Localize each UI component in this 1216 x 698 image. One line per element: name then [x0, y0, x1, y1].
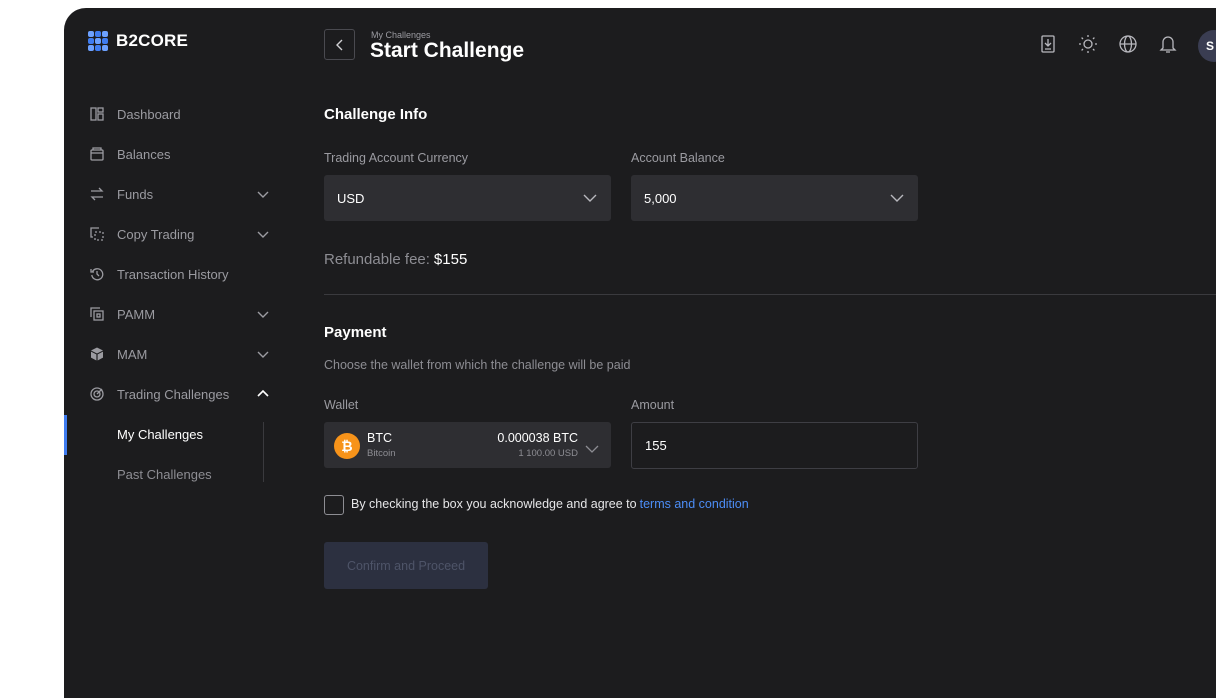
pamm-icon: [90, 307, 104, 321]
sidebar-item-pamm[interactable]: PAMM: [64, 294, 294, 334]
active-indicator: [64, 415, 67, 455]
history-icon: [90, 267, 104, 281]
terms-link[interactable]: terms and condition: [640, 497, 749, 511]
amount-label: Amount: [631, 398, 675, 412]
agree-checkbox[interactable]: [324, 495, 344, 515]
sidebar-item-funds[interactable]: Funds: [64, 174, 294, 214]
chevron-down-icon: [585, 441, 599, 459]
copy-trading-icon: [90, 227, 104, 241]
sidebar-item-label: Dashboard: [117, 106, 181, 122]
back-button[interactable]: [324, 29, 355, 60]
sidebar-item-transaction-history[interactable]: Transaction History: [64, 254, 294, 294]
sidebar-item-label: PAMM: [117, 306, 156, 322]
fee-label: Refundable fee:: [324, 251, 430, 268]
sidebar-item-label: Trading Challenges: [117, 386, 230, 402]
chevron-down-icon[interactable]: [256, 227, 270, 244]
globe-icon[interactable]: [1118, 34, 1138, 54]
sidebar-subitem-past-challenges[interactable]: Past Challenges: [64, 454, 294, 494]
app-window: B2CORE Dashboard Balances Funds Copy Tra…: [64, 8, 1216, 698]
wallet-icon: [90, 147, 104, 161]
chevron-down-icon: [890, 192, 904, 207]
avatar[interactable]: S: [1198, 30, 1216, 62]
wallet-label: Wallet: [324, 398, 359, 412]
sidebar-subitem-my-challenges[interactable]: My Challenges: [64, 414, 294, 454]
header-toolbar: [1038, 34, 1198, 54]
challenge-info-title: Challenge Info: [324, 106, 428, 123]
sidebar-item-copy-trading[interactable]: Copy Trading: [64, 214, 294, 254]
agree-text: By checking the box you acknowledge and …: [351, 497, 749, 511]
amount-input[interactable]: 155: [631, 422, 918, 469]
chevron-down-icon[interactable]: [256, 307, 270, 324]
sidebar-item-label: Copy Trading: [117, 226, 195, 242]
brand-logo[interactable]: B2CORE: [88, 31, 188, 51]
chevron-down-icon: [583, 192, 597, 207]
sun-icon[interactable]: [1078, 34, 1098, 54]
wallet-symbol: BTC: [367, 431, 392, 445]
wallet-balance-usd: 1 100.00 USD: [518, 448, 578, 459]
chevron-up-icon[interactable]: [256, 387, 270, 404]
refundable-fee: Refundable fee: $155: [324, 251, 467, 268]
sidebar-item-label: Balances: [117, 146, 171, 162]
chevron-down-icon[interactable]: [256, 347, 270, 364]
section-divider: [324, 294, 1216, 295]
fee-amount: $155: [433, 251, 468, 268]
logo-mark-icon: [88, 31, 108, 51]
balance-select[interactable]: 5,000: [631, 175, 918, 221]
cube-icon: [90, 347, 104, 361]
sidebar-item-label: MAM: [117, 346, 148, 362]
brand-name: B2CORE: [116, 31, 189, 50]
sidebar-item-balances[interactable]: Balances: [64, 134, 294, 174]
currency-select[interactable]: USD: [324, 175, 611, 221]
page-title: Start Challenge: [370, 39, 525, 62]
sidebar-item-mam[interactable]: MAM: [64, 334, 294, 374]
wallet-select[interactable]: ₿ BTC Bitcoin 0.000038 BTC 1 100.00 USD: [324, 422, 611, 468]
transfer-arrows-icon: [90, 187, 104, 201]
sidebar-item-label: Transaction History: [117, 266, 229, 282]
submenu-divider: [263, 422, 264, 482]
payment-description: Choose the wallet from which the challen…: [324, 358, 631, 372]
sidebar: Dashboard Balances Funds Copy Trading Tr…: [64, 94, 294, 494]
confirm-button[interactable]: Confirm and Proceed: [324, 542, 488, 589]
wallet-balance: 0.000038 BTC: [497, 431, 578, 445]
bell-icon[interactable]: [1158, 34, 1178, 54]
chevron-left-icon: [335, 39, 342, 50]
dashboard-icon: [90, 107, 104, 121]
currency-label: Trading Account Currency: [324, 151, 469, 165]
sidebar-item-dashboard[interactable]: Dashboard: [64, 94, 294, 134]
sidebar-item-trading-challenges[interactable]: Trading Challenges: [64, 374, 294, 414]
currency-value: USD: [337, 190, 365, 206]
payment-title: Payment: [324, 324, 387, 341]
agree-label: By checking the box you acknowledge and …: [351, 497, 637, 511]
balance-label: Account Balance: [631, 151, 725, 165]
bitcoin-icon: ₿: [334, 433, 360, 459]
download-icon[interactable]: [1038, 34, 1058, 54]
wallet-name: Bitcoin: [367, 448, 396, 459]
balance-value: 5,000: [644, 190, 677, 206]
target-icon: [90, 387, 104, 401]
sidebar-item-label: Funds: [117, 186, 154, 202]
chevron-down-icon[interactable]: [256, 187, 270, 204]
